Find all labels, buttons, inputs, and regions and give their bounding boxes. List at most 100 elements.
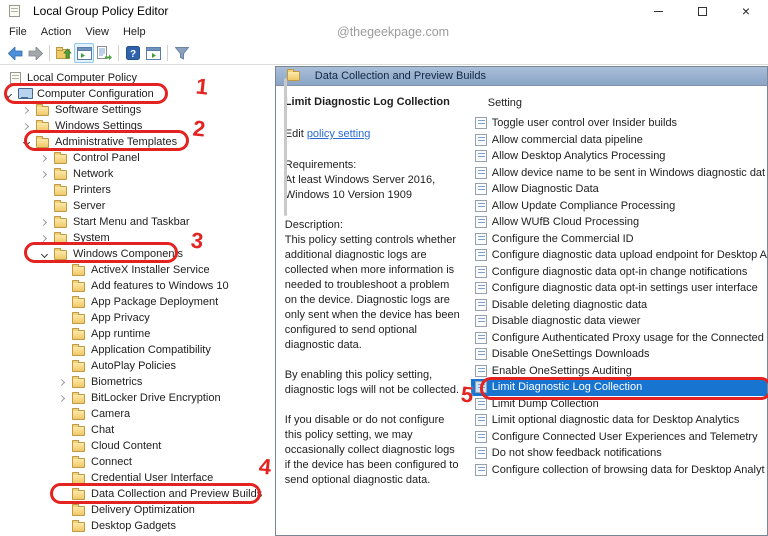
setting-item-configure-connected-user-experiences-and-telemetry[interactable]: Configure Connected User Experiences and… <box>471 429 767 446</box>
chevron-right-icon[interactable] <box>57 394 72 402</box>
setting-item-limit-optional-diagnostic-data-for-desktop-analytics[interactable]: Limit optional diagnostic data for Deskt… <box>471 412 767 429</box>
tree-item-biometrics[interactable]: Biometrics <box>0 374 267 390</box>
watermark-text: @thegeekpage.com <box>337 25 450 39</box>
tree-item-label: Software Settings <box>55 104 142 116</box>
setting-item-configure-diagnostic-data-opt-in-change-notifications[interactable]: Configure diagnostic data opt-in change … <box>471 264 767 281</box>
setting-item-allow-diagnostic-data[interactable]: Allow Diagnostic Data <box>471 181 767 198</box>
setting-item-allow-update-compliance-processing[interactable]: Allow Update Compliance Processing <box>471 198 767 215</box>
tree-item-printers[interactable]: Printers <box>0 182 267 198</box>
setting-item-configure-diagnostic-data-upload-endpoint-for-desktop-a[interactable]: Configure diagnostic data upload endpoin… <box>471 247 767 264</box>
tree-item-bitlocker-drive-encryption[interactable]: BitLocker Drive Encryption <box>0 390 267 406</box>
chevron-down-icon[interactable] <box>40 250 54 258</box>
tree-item-label: Computer Configuration <box>37 88 154 100</box>
help-button[interactable]: ? <box>123 43 143 63</box>
chevron-right-icon[interactable] <box>39 234 54 242</box>
tree-item-local-computer-policy[interactable]: Local Computer Policy <box>0 70 267 86</box>
chevron-right-icon[interactable] <box>39 154 54 162</box>
tree-item-software-settings[interactable]: Software Settings <box>0 102 267 118</box>
tree-item-credential-user-interface[interactable]: Credential User Interface <box>0 470 267 486</box>
chevron-right-icon[interactable] <box>39 170 54 178</box>
chevron-down-icon[interactable] <box>22 138 36 146</box>
menu-view[interactable]: View <box>78 24 116 40</box>
scroll-icon <box>10 72 21 84</box>
filter-button[interactable] <box>172 43 192 63</box>
tree-item-chat[interactable]: Chat <box>0 422 267 438</box>
tree-item-system[interactable]: System <box>0 230 267 246</box>
folder-icon <box>72 263 85 276</box>
setting-item-configure-authenticated-proxy-usage-for-the-connected[interactable]: Configure Authenticated Proxy usage for … <box>471 330 767 347</box>
tree-item-desktop-gadgets[interactable]: Desktop Gadgets <box>0 518 267 534</box>
tree-item-app-package-deployment[interactable]: App Package Deployment <box>0 294 267 310</box>
setting-item-configure-collection-of-browsing-data-for-desktop-analyt[interactable]: Configure collection of browsing data fo… <box>471 462 767 479</box>
setting-item-toggle-user-control-over-insider-builds[interactable]: Toggle user control over Insider builds <box>471 115 767 132</box>
chevron-down-icon[interactable] <box>4 90 18 98</box>
setting-item-disable-deleting-diagnostic-data[interactable]: Disable deleting diagnostic data <box>471 297 767 314</box>
close-button[interactable]: × <box>724 0 768 22</box>
tree-item-activex-installer-service[interactable]: ActiveX Installer Service <box>0 262 267 278</box>
setting-item-allow-device-name-to-be-sent-in-windows-diagnostic-dat[interactable]: Allow device name to be sent in Windows … <box>471 165 767 182</box>
show-console-tree-button[interactable] <box>74 43 94 63</box>
tree-item-start-menu-and-taskbar[interactable]: Start Menu and Taskbar <box>0 214 267 230</box>
tree-item-windows-components[interactable]: Windows Components <box>0 246 267 262</box>
menu-action[interactable]: Action <box>34 24 79 40</box>
tree-item-delivery-optimization[interactable]: Delivery Optimization <box>0 502 267 518</box>
setting-item-label: Disable deleting diagnostic data <box>491 298 648 311</box>
setting-item-allow-commercial-data-pipeline[interactable]: Allow commercial data pipeline <box>471 132 767 149</box>
tree-item-label: Data Collection and Preview Builds <box>91 488 263 500</box>
tree-item-data-collection-and-preview-builds[interactable]: Data Collection and Preview Builds <box>0 486 267 502</box>
tree-item-windows-settings[interactable]: Windows Settings <box>0 118 267 134</box>
tree-item-app-privacy[interactable]: App Privacy <box>0 310 267 326</box>
chevron-right-icon[interactable] <box>39 218 54 226</box>
tree-item-server[interactable]: Server <box>0 198 267 214</box>
policy-icon <box>474 315 487 328</box>
show-action-pane-button[interactable] <box>143 43 163 63</box>
maximize-button[interactable] <box>680 0 724 22</box>
policy-icon <box>474 249 487 262</box>
setting-item-enable-onesettings-auditing[interactable]: Enable OneSettings Auditing <box>471 363 767 380</box>
tree-item-app-runtime[interactable]: App runtime <box>0 326 267 342</box>
folder-icon <box>72 279 85 292</box>
tree-item-control-panel[interactable]: Control Panel <box>0 150 267 166</box>
policy-setting-link[interactable]: policy setting <box>307 128 371 140</box>
setting-item-configure-diagnostic-data-opt-in-settings-user-interface[interactable]: Configure diagnostic data opt-in setting… <box>471 280 767 297</box>
tree-scrollbar[interactable] <box>284 78 287 216</box>
forward-button[interactable] <box>25 43 45 63</box>
tree-item-connect[interactable]: Connect <box>0 454 267 470</box>
folder-icon <box>72 295 85 308</box>
action-pane-window-icon <box>145 46 161 60</box>
minimize-button[interactable] <box>636 0 680 22</box>
setting-item-do-not-show-feedback-notifications[interactable]: Do not show feedback notifications <box>471 445 767 462</box>
tree-item-network[interactable]: Network <box>0 166 267 182</box>
tree-item-application-compatibility[interactable]: Application Compatibility <box>0 342 267 358</box>
chevron-right-icon[interactable] <box>57 378 72 386</box>
setting-item-limit-dump-collection[interactable]: Limit Dump Collection <box>471 396 767 413</box>
chevron-right-icon[interactable] <box>21 122 36 130</box>
up-one-level-button[interactable] <box>54 43 74 63</box>
menu-file[interactable]: File <box>2 24 34 40</box>
tree-item-add-features-to-windows-10[interactable]: Add features to Windows 10 <box>0 278 267 294</box>
setting-item-configure-the-commercial-id[interactable]: Configure the Commercial ID <box>471 231 767 248</box>
setting-item-label: Limit Dump Collection <box>491 397 599 410</box>
tree-item-cloud-content[interactable]: Cloud Content <box>0 438 267 454</box>
menu-help[interactable]: Help <box>116 24 153 40</box>
setting-column-header[interactable]: Setting <box>471 93 767 113</box>
setting-item-allow-desktop-analytics-processing[interactable]: Allow Desktop Analytics Processing <box>471 148 767 165</box>
back-button[interactable] <box>5 43 25 63</box>
edit-prefix: Edit <box>284 128 307 140</box>
setting-item-disable-diagnostic-data-viewer[interactable]: Disable diagnostic data viewer <box>471 313 767 330</box>
folder-icon <box>72 375 85 388</box>
tree-item-camera[interactable]: Camera <box>0 406 267 422</box>
chevron-right-icon[interactable] <box>21 106 36 114</box>
policy-icon <box>474 150 487 163</box>
export-list-button[interactable] <box>94 43 114 63</box>
setting-item-limit-diagnostic-log-collection[interactable]: Limit Diagnostic Log Collection <box>470 379 767 396</box>
tree-item-administrative-templates[interactable]: Administrative Templates <box>0 134 267 150</box>
tree-item-autoplay-policies[interactable]: AutoPlay Policies <box>0 358 267 374</box>
tree-item-label: Cloud Content <box>91 440 162 452</box>
console-window-icon <box>76 46 92 60</box>
tree-item-computer-configuration[interactable]: Computer Configuration <box>0 86 267 102</box>
policy-icon <box>474 430 487 443</box>
setting-item-disable-onesettings-downloads[interactable]: Disable OneSettings Downloads <box>471 346 767 363</box>
tree-item-label: BitLocker Drive Encryption <box>91 392 221 404</box>
setting-item-allow-wufb-cloud-processing[interactable]: Allow WUfB Cloud Processing <box>471 214 767 231</box>
